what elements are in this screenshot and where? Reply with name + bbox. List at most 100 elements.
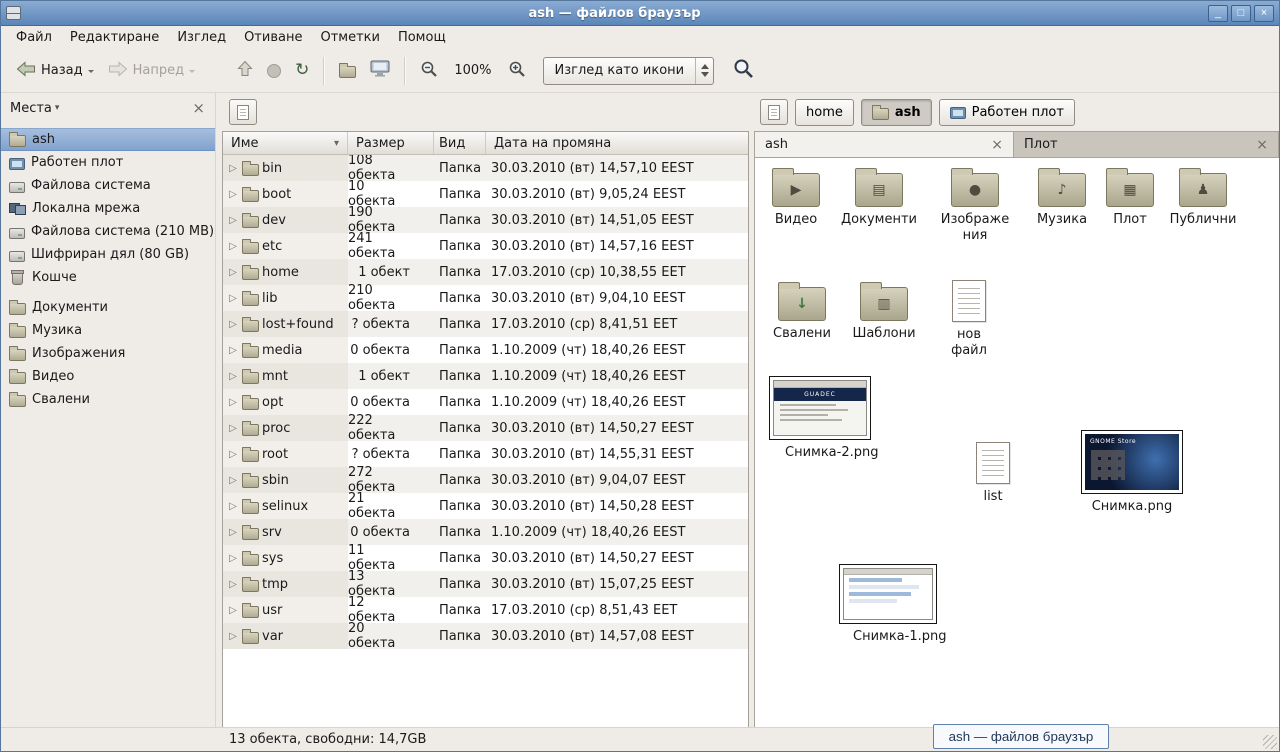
zoom-out-button[interactable] <box>413 55 445 87</box>
expander-icon[interactable]: ▷ <box>227 189 239 200</box>
icon-item-public[interactable]: ♟ Публични <box>1167 166 1239 228</box>
path-button-home[interactable]: home <box>795 99 854 126</box>
reload-button[interactable]: ↻ <box>288 57 316 84</box>
sidebar-item-pictures[interactable]: Изображения <box>1 342 215 365</box>
table-row[interactable]: ▷dev190 обектаПапка30.03.2010 (вт) 14,51… <box>223 207 748 233</box>
search-button[interactable] <box>726 53 761 88</box>
menu-item-file[interactable]: Файл <box>7 28 61 47</box>
table-row[interactable]: ▷media0 обектаПапка1.10.2009 (чт) 18,40,… <box>223 337 748 363</box>
table-row[interactable]: ▷proc222 обектаПапка30.03.2010 (вт) 14,5… <box>223 415 748 441</box>
up-button[interactable] <box>230 55 260 86</box>
chevron-down-icon[interactable]: ▾ <box>55 103 60 113</box>
sidebar-item-filesystem[interactable]: Файлова система <box>1 174 215 197</box>
table-row[interactable]: ▷var20 обектаПапка30.03.2010 (вт) 14,57,… <box>223 623 748 649</box>
icon-item-downloads[interactable]: ↓ Свалени <box>769 280 835 342</box>
icon-item-snimka[interactable]: GNOME Store Снимка.png <box>1080 430 1184 515</box>
menu-item-go[interactable]: Отиване <box>235 28 311 47</box>
stop-button[interactable] <box>260 59 288 83</box>
expander-icon[interactable]: ▷ <box>227 527 239 538</box>
titlebar[interactable]: ash — файлов браузър _ □ × <box>1 1 1279 26</box>
table-row[interactable]: ▷srv0 обектаПапка1.10.2009 (чт) 18,40,26… <box>223 519 748 545</box>
table-row[interactable]: ▷usr12 обектаПапка17.03.2010 (ср) 8,51,4… <box>223 597 748 623</box>
sidebar-close-icon[interactable]: × <box>192 101 205 116</box>
table-row[interactable]: ▷mnt1 обектПапка1.10.2009 (чт) 18,40,26 … <box>223 363 748 389</box>
path-button-ash[interactable]: ash <box>861 99 932 126</box>
sidebar-item-music[interactable]: Музика <box>1 319 215 342</box>
icon-item-templates[interactable]: ▥ Шаблони <box>851 280 917 342</box>
expander-icon[interactable]: ▷ <box>227 241 239 252</box>
view-mode-spinner[interactable] <box>695 58 713 84</box>
sidebar-item-filesystem-210mb[interactable]: Файлова система (210 MB) <box>1 220 215 243</box>
tab-close-icon[interactable]: × <box>1256 138 1268 152</box>
sidebar-item-ash[interactable]: ash <box>1 128 215 151</box>
table-row[interactable]: ▷lib210 обектаПапка30.03.2010 (вт) 9,04,… <box>223 285 748 311</box>
tab-close-icon[interactable]: × <box>991 138 1003 152</box>
table-row[interactable]: ▷etc241 обектаПапка30.03.2010 (вт) 14,57… <box>223 233 748 259</box>
menu-item-help[interactable]: Помощ <box>389 28 455 47</box>
expander-icon[interactable]: ▷ <box>227 319 239 330</box>
sidebar-item-network[interactable]: Локална мрежа <box>1 197 215 220</box>
computer-button[interactable] <box>363 55 397 86</box>
expander-icon[interactable]: ▷ <box>227 163 239 174</box>
table-row[interactable]: ▷home1 обектПапка17.03.2010 (ср) 10,38,5… <box>223 259 748 285</box>
expander-icon[interactable]: ▷ <box>227 553 239 564</box>
column-header-name[interactable]: Име▾ <box>223 132 348 154</box>
column-header-size[interactable]: Размер <box>348 132 434 154</box>
home-button[interactable] <box>332 58 363 83</box>
icon-item-snimka2[interactable]: GUADEC Снимка-2.png <box>768 376 872 461</box>
column-header-type[interactable]: Вид <box>434 132 486 154</box>
table-row[interactable]: ▷boot10 обектаПапка30.03.2010 (вт) 9,05,… <box>223 181 748 207</box>
icon-item-snimka1[interactable]: Снимка-1.png <box>836 564 940 645</box>
icon-item-desktop-folder[interactable]: ▦ Плот <box>1103 166 1157 228</box>
menu-item-view[interactable]: Изглед <box>168 28 235 47</box>
expander-icon[interactable]: ▷ <box>227 293 239 304</box>
expander-icon[interactable]: ▷ <box>227 475 239 486</box>
expander-icon[interactable]: ▷ <box>227 423 239 434</box>
tree-panel-button[interactable] <box>229 99 257 125</box>
expander-icon[interactable]: ▷ <box>227 605 239 616</box>
icon-item-music[interactable]: ♪ Музика <box>1031 166 1093 228</box>
menu-item-bookmarks[interactable]: Отметки <box>311 28 388 47</box>
tab-ash[interactable]: ash × <box>754 131 1014 157</box>
sidebar-item-desktop[interactable]: Работен плот <box>1 151 215 174</box>
back-button[interactable]: Назад <box>9 56 101 86</box>
sidebar-item-documents[interactable]: Документи <box>1 296 215 319</box>
expander-icon[interactable]: ▷ <box>227 345 239 356</box>
pathbar-scroll-button[interactable] <box>760 99 788 125</box>
column-header-modified[interactable]: Дата на промяна <box>486 132 748 154</box>
icon-item-videos[interactable]: ▶ Видео <box>763 166 829 228</box>
icon-item-documents[interactable]: ▤ Документи <box>839 166 919 228</box>
menu-item-edit[interactable]: Редактиране <box>61 28 168 47</box>
sidebar-item-downloads[interactable]: Свалени <box>1 388 215 411</box>
close-button[interactable]: × <box>1254 5 1274 22</box>
taskbar-window-button[interactable]: ash — файлов браузър <box>933 724 1109 749</box>
tab-desktop[interactable]: Плот × <box>1014 131 1279 157</box>
sidebar-item-encrypted-80gb[interactable]: Шифриран дял (80 GB) <box>1 243 215 266</box>
icon-item-list[interactable]: list <box>967 442 1019 505</box>
table-row[interactable]: ▷sys11 обектаПапка30.03.2010 (вт) 14,50,… <box>223 545 748 571</box>
table-row[interactable]: ▷tmp13 обектаПапка30.03.2010 (вт) 15,07,… <box>223 571 748 597</box>
forward-button[interactable]: Напред <box>101 56 202 86</box>
maximize-button[interactable]: □ <box>1231 5 1251 22</box>
table-row[interactable]: ▷lost+found? обектаПапка17.03.2010 (ср) … <box>223 311 748 337</box>
table-row[interactable]: ▷bin108 обектаПапка30.03.2010 (вт) 14,57… <box>223 155 748 181</box>
table-row[interactable]: ▷sbin272 обектаПапка30.03.2010 (вт) 9,04… <box>223 467 748 493</box>
minimize-button[interactable]: _ <box>1208 5 1228 22</box>
icon-item-new-file[interactable]: нов файл <box>937 280 1001 360</box>
expander-icon[interactable]: ▷ <box>227 371 239 382</box>
expander-icon[interactable]: ▷ <box>227 215 239 226</box>
expander-icon[interactable]: ▷ <box>227 501 239 512</box>
view-mode-select[interactable]: Изглед като икони <box>543 57 715 85</box>
expander-icon[interactable]: ▷ <box>227 267 239 278</box>
expander-icon[interactable]: ▷ <box>227 449 239 460</box>
table-row[interactable]: ▷root? обектаПапка30.03.2010 (вт) 14,55,… <box>223 441 748 467</box>
icon-item-pictures[interactable]: ● Изображения <box>935 166 1015 245</box>
expander-icon[interactable]: ▷ <box>227 631 239 642</box>
table-row[interactable]: ▷opt0 обектаПапка1.10.2009 (чт) 18,40,26… <box>223 389 748 415</box>
sidebar-item-trash[interactable]: Кошче <box>1 266 215 289</box>
resize-grip[interactable] <box>1263 735 1277 749</box>
expander-icon[interactable]: ▷ <box>227 397 239 408</box>
zoom-in-button[interactable] <box>501 55 533 87</box>
path-button-desktop[interactable]: Работен плот <box>939 99 1075 126</box>
table-row[interactable]: ▷selinux21 обектаПапка30.03.2010 (вт) 14… <box>223 493 748 519</box>
